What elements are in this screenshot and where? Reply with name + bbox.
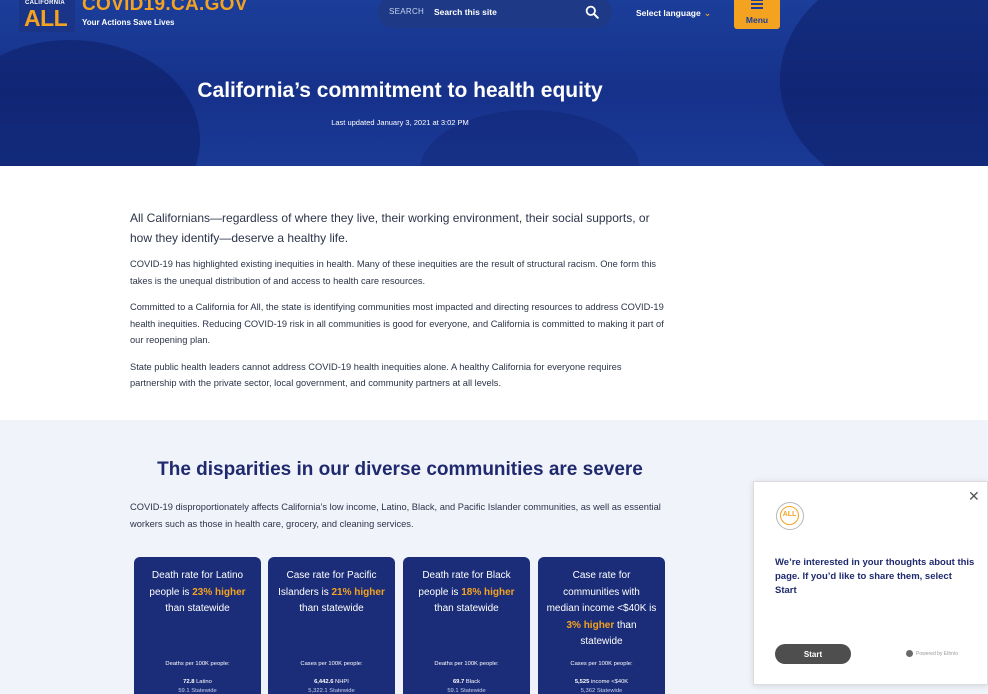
intro-section: All Californians—regardless of where the… bbox=[130, 208, 670, 392]
hamburger-icon bbox=[751, 0, 763, 11]
card-value: 5,525 income <$40K bbox=[574, 679, 629, 685]
card-statewide: 5,322.1 Statewide bbox=[308, 688, 355, 694]
close-icon[interactable]: ✕ bbox=[968, 489, 980, 503]
intro-paragraph: Committed to a California for All, the s… bbox=[130, 302, 664, 345]
hero-shadow bbox=[0, 40, 200, 166]
disparities-text: COVID-19 disproportionately affects Cali… bbox=[130, 502, 661, 529]
last-updated: Last updated January 3, 2021 at 3:02 PM bbox=[331, 118, 469, 127]
card-statement: Case rate for communities with median in… bbox=[546, 570, 657, 647]
start-button[interactable]: Start bbox=[775, 644, 851, 664]
card-statewide: 59.1 Statewide bbox=[178, 688, 217, 694]
hero-banner: CALIFORNIA ALL COVID19.CA.GOV Your Actio… bbox=[0, 0, 988, 166]
language-selector[interactable]: Select language ⌄ bbox=[636, 8, 711, 19]
search-icon[interactable] bbox=[585, 5, 599, 19]
card-statement: Case rate for Pacific Islanders is 21% h… bbox=[278, 570, 385, 614]
intro-paragraph: State public health leaders cannot addre… bbox=[130, 361, 622, 389]
card-value: 69.7 Black bbox=[452, 679, 481, 685]
card-statewide: 5,362 Statewide bbox=[580, 688, 623, 694]
menu-label: Menu bbox=[745, 15, 769, 25]
stat-card-black: Death rate for Black people is 18% highe… bbox=[403, 557, 530, 694]
powered-by[interactable]: Powered by Ethnio bbox=[906, 650, 958, 657]
search-bar: SEARCH bbox=[378, 0, 612, 28]
logo-big-text: ALL bbox=[24, 5, 68, 31]
intro-lead: All Californians—regardless of where the… bbox=[130, 211, 650, 245]
search-label: SEARCH bbox=[389, 7, 425, 16]
card-statement: Death rate for Black people is 18% highe… bbox=[418, 570, 515, 614]
card-metric-label: Cases per 100K people: bbox=[570, 661, 633, 667]
page-title: California’s commitment to health equity bbox=[197, 79, 603, 102]
feedback-message: We’re interested in your thoughts about … bbox=[775, 557, 975, 596]
card-metric-label: Cases per 100K people: bbox=[300, 661, 363, 667]
ethnio-logo-icon bbox=[906, 650, 913, 657]
intro-paragraph: COVID-19 has highlighted existing inequi… bbox=[130, 259, 657, 286]
menu-button[interactable]: Menu bbox=[734, 0, 780, 29]
card-statement: Death rate for Latino people is 23% high… bbox=[149, 570, 246, 614]
card-value: 6,442.6 NHPI bbox=[314, 679, 349, 685]
site-logo[interactable]: CALIFORNIA ALL bbox=[19, 0, 75, 32]
card-metric-label: Deaths per 100K people: bbox=[434, 661, 499, 667]
stat-card-pacific-islander: Case rate for Pacific Islanders is 21% h… bbox=[268, 557, 395, 694]
site-title[interactable]: COVID19.CA.GOV bbox=[82, 0, 248, 16]
feedback-logo: ALL bbox=[776, 502, 804, 530]
disparities-title: The disparities in our diverse communiti… bbox=[157, 459, 643, 480]
card-metric-label: Deaths per 100K people: bbox=[165, 661, 230, 667]
feedback-widget: ✕ ALL We’re interested in your thoughts … bbox=[753, 481, 988, 685]
card-statewide: 59.1 Statewide bbox=[447, 688, 486, 694]
stat-card-latino: Death rate for Latino people is 23% high… bbox=[134, 557, 261, 694]
site-tagline: Your Actions Save Lives bbox=[82, 18, 175, 27]
hero-shadow bbox=[780, 0, 988, 166]
card-value: 72.8 Latino bbox=[183, 679, 212, 685]
search-input[interactable] bbox=[434, 3, 574, 21]
stat-card-low-income: Case rate for communities with median in… bbox=[538, 557, 665, 694]
chevron-down-icon: ⌄ bbox=[703, 8, 712, 18]
language-label: Select language bbox=[636, 8, 701, 18]
